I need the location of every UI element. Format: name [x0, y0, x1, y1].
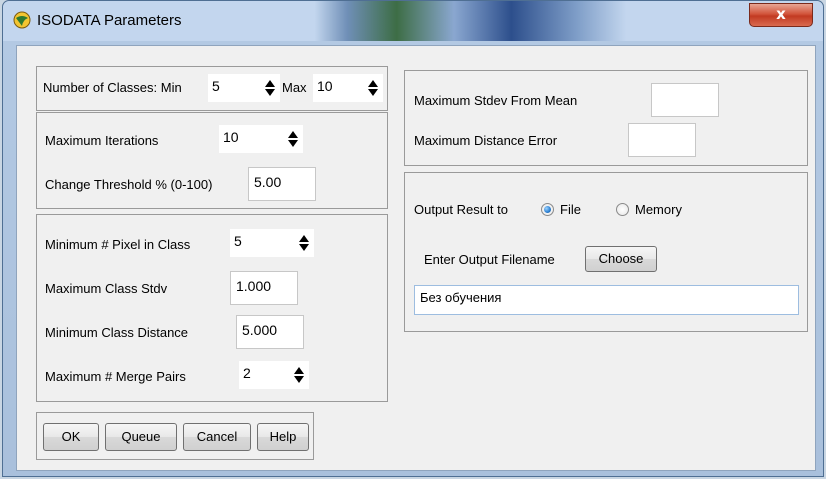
help-button[interactable]: Help — [257, 423, 309, 451]
max-distance-error-input[interactable] — [628, 123, 696, 157]
max-classes-spinner[interactable]: 10 — [313, 74, 383, 102]
max-class-stdv-input[interactable]: 1.000 — [230, 271, 298, 305]
classes-group: Number of Classes: Min 5 Max 10 — [36, 66, 388, 111]
close-icon: x — [776, 5, 786, 23]
spinner-arrows-icon[interactable] — [298, 234, 310, 252]
max-iterations-value: 10 — [223, 129, 239, 145]
max-classes-value: 10 — [317, 78, 333, 94]
output-filename-input[interactable]: Без обучения — [414, 285, 799, 315]
max-merge-pairs-label: Maximum # Merge Pairs — [45, 369, 186, 384]
min-pixel-label: Minimum # Pixel in Class — [45, 237, 191, 252]
action-buttons-group: OK Queue Cancel Help — [36, 412, 314, 460]
class-parameters-group: Minimum # Pixel in Class 5 Maximum Class… — [36, 214, 388, 402]
min-pixel-spinner[interactable]: 5 — [230, 229, 314, 257]
spinner-arrows-icon[interactable] — [264, 79, 276, 97]
max-iterations-spinner[interactable]: 10 — [219, 125, 303, 153]
output-group: Output Result to File Memory Enter Outpu… — [404, 172, 808, 332]
max-classes-label: Max — [282, 80, 307, 95]
max-distance-error-label: Maximum Distance Error — [414, 133, 558, 148]
max-class-stdv-label: Maximum Class Stdv — [45, 281, 168, 296]
spinner-arrows-icon[interactable] — [367, 79, 379, 97]
globe-icon — [13, 11, 31, 29]
max-merge-pairs-spinner[interactable]: 2 — [239, 361, 309, 389]
min-class-distance-label: Minimum Class Distance — [45, 325, 189, 340]
change-threshold-label: Change Threshold % (0-100) — [45, 177, 213, 192]
isodata-dialog: ISODATA Parameters x Number of Classes: … — [2, 0, 824, 477]
memory-radio-label[interactable]: Memory — [635, 202, 682, 217]
max-stdev-input[interactable] — [651, 83, 719, 117]
memory-radio[interactable] — [616, 203, 629, 216]
cancel-button[interactable]: Cancel — [183, 423, 251, 451]
choose-button[interactable]: Choose — [585, 246, 657, 272]
ok-button[interactable]: OK — [43, 423, 99, 451]
iterations-group: Maximum Iterations 10 Change Threshold %… — [36, 112, 388, 209]
title-bar[interactable]: ISODATA Parameters x — [3, 1, 823, 41]
window-title: ISODATA Parameters — [37, 12, 182, 29]
spinner-arrows-icon[interactable] — [287, 130, 299, 148]
spinner-arrows-icon[interactable] — [293, 366, 305, 384]
min-classes-spinner[interactable]: 5 — [208, 74, 280, 102]
file-radio-label[interactable]: File — [560, 202, 581, 217]
min-classes-value: 5 — [212, 78, 220, 94]
change-threshold-input[interactable]: 5.00 — [248, 167, 316, 201]
stdev-group: Maximum Stdev From Mean Maximum Distance… — [404, 70, 808, 166]
close-button[interactable]: x — [749, 3, 813, 27]
max-iterations-label: Maximum Iterations — [45, 133, 159, 148]
min-pixel-value: 5 — [234, 233, 242, 249]
min-classes-label: Number of Classes: Min — [43, 80, 182, 95]
queue-button[interactable]: Queue — [105, 423, 177, 451]
min-class-distance-input[interactable]: 5.000 — [236, 315, 304, 349]
dialog-body: Number of Classes: Min 5 Max 10 Maximum … — [16, 45, 816, 471]
max-merge-pairs-value: 2 — [243, 365, 251, 381]
file-radio[interactable] — [541, 203, 554, 216]
output-filename-label: Enter Output Filename — [424, 252, 555, 267]
max-stdev-label: Maximum Stdev From Mean — [414, 93, 578, 108]
output-result-label: Output Result to — [414, 202, 508, 217]
